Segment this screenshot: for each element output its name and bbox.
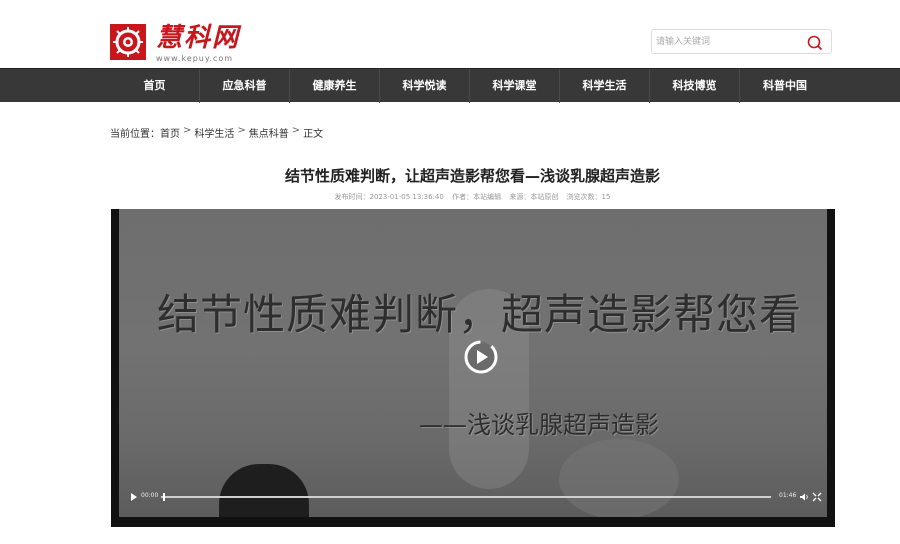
- video-frame[interactable]: 结节性质难判断，超声造影帮您看 ——浅谈乳腺超声造影: [119, 209, 827, 517]
- progress-handle[interactable]: [163, 493, 165, 501]
- nav-item-health[interactable]: 健康养生: [290, 69, 380, 103]
- nav-item-emergency[interactable]: 应急科普: [200, 69, 290, 103]
- video-overlay-title: 结节性质难判断，超声造影帮您看: [157, 290, 803, 339]
- breadcrumb-focus[interactable]: 焦点科普: [249, 125, 289, 140]
- video-player[interactable]: 结节性质难判断，超声造影帮您看 ——浅谈乳腺超声造影 00:00 01:46: [111, 209, 835, 527]
- breadcrumb-home[interactable]: 首页: [160, 125, 180, 140]
- publish-time: 发布时间：2023-01-05 13:36:40: [334, 193, 444, 201]
- video-overlay-subtitle: ——浅谈乳腺超声造影: [419, 411, 659, 439]
- nav-item-expo[interactable]: 科技博览: [650, 69, 740, 103]
- current-time: 00:00: [141, 492, 159, 499]
- breadcrumb-science-life[interactable]: 科学生活: [194, 125, 234, 140]
- view-count: 浏览次数：15: [566, 193, 611, 201]
- fullscreen-icon[interactable]: [812, 492, 822, 502]
- control-play-icon[interactable]: [129, 492, 139, 502]
- search-box: [651, 29, 832, 54]
- search-input[interactable]: [656, 33, 801, 51]
- breadcrumb-current: 正文: [303, 129, 324, 140]
- nav-item-china[interactable]: 科普中国: [740, 69, 830, 103]
- breadcrumb-separator: >: [183, 125, 192, 136]
- logo-name: 慧科网: [156, 23, 241, 53]
- article-title: 结节性质难判断，让超声造影帮您看—浅谈乳腺超声造影: [284, 167, 660, 185]
- logo-url: www.kepuy.com: [156, 54, 234, 63]
- search-icon[interactable]: [807, 35, 823, 51]
- breadcrumb-separator: >: [237, 125, 246, 136]
- breadcrumb-separator: >: [291, 125, 301, 136]
- nav-item-home[interactable]: 首页: [110, 69, 200, 103]
- duration: 01:46: [779, 492, 797, 499]
- volume-icon[interactable]: [799, 492, 809, 502]
- site-logo[interactable]: 慧科网 www.kepuy.com: [110, 24, 240, 63]
- article-meta: 发布时间：2023-01-05 13:36:40 作者：本站编辑 来源：本站原创…: [0, 192, 900, 202]
- author: 作者：本站编辑: [452, 193, 502, 201]
- nav-item-life[interactable]: 科学生活: [560, 69, 650, 103]
- progress-bar[interactable]: [161, 496, 771, 498]
- breadcrumb-prefix: 当前位置：: [110, 129, 160, 140]
- video-controls: 00:00 01:46: [119, 490, 827, 504]
- nav-item-classroom[interactable]: 科学课堂: [470, 69, 560, 103]
- play-icon[interactable]: [463, 339, 499, 375]
- breadcrumb: 当前位置： 首页 > 科学生活 > 焦点科普 > 正文: [110, 125, 323, 140]
- site-header: 慧科网 www.kepuy.com: [0, 0, 900, 68]
- main-nav: 首页 应急科普 健康养生 科学悦读 科学课堂 科学生活 科技博览 科普中国: [0, 68, 900, 103]
- nav-item-reading[interactable]: 科学悦读: [380, 69, 470, 103]
- source: 来源：本站原创: [509, 193, 559, 201]
- logo-emblem-icon: [110, 24, 146, 60]
